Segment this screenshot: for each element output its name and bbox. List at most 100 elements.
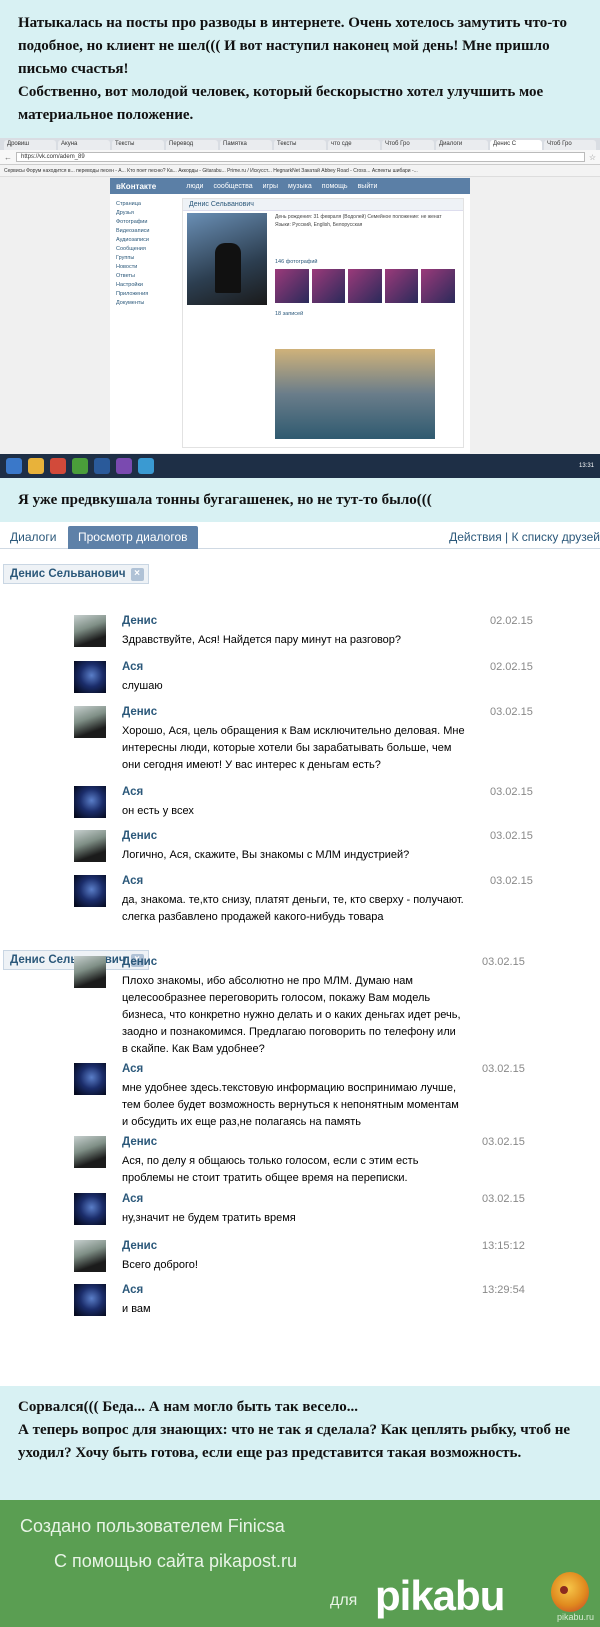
- chrome-icon: [50, 458, 66, 474]
- outro-text: Сорвался((( Беда... А нам могло быть так…: [0, 1386, 600, 1500]
- vk-menu-item[interactable]: Группы: [116, 254, 176, 263]
- message-text: Здравствуйте, Ася! Найдется пару минут н…: [122, 634, 402, 646]
- message-author[interactable]: Ася: [122, 661, 143, 673]
- contact-chip[interactable]: Денис Сельванович ×: [3, 564, 149, 584]
- message-author[interactable]: Ася: [122, 1284, 143, 1296]
- close-icon[interactable]: ×: [130, 567, 144, 581]
- message-author[interactable]: Ася: [122, 875, 143, 887]
- vk-nav-item[interactable]: игры: [263, 183, 278, 190]
- photos-label: 146 фотографий: [275, 259, 318, 265]
- browser-tab[interactable]: Памятка: [220, 140, 272, 150]
- avatar[interactable]: [74, 1136, 106, 1168]
- message-author[interactable]: Денис: [122, 830, 157, 842]
- vk-menu-item[interactable]: Фотографии: [116, 218, 176, 227]
- vk-menu-item[interactable]: Друзья: [116, 209, 176, 218]
- message-date: 03.02.15: [482, 1193, 525, 1205]
- browser-tab[interactable]: Чтоб Гро: [544, 140, 596, 150]
- vk-menu-item[interactable]: Аудиозаписи: [116, 236, 176, 245]
- windows-taskbar: 13:31: [0, 454, 600, 478]
- avatar[interactable]: [74, 875, 106, 907]
- message-text: Логично, Ася, скажите, Вы знакомы с МЛМ …: [122, 849, 410, 861]
- avatar[interactable]: [74, 830, 106, 862]
- message-author[interactable]: Денис: [122, 956, 157, 968]
- avatar[interactable]: [74, 1063, 106, 1095]
- message-text: он есть у всех: [122, 805, 194, 817]
- message-date: 03.02.15: [482, 956, 525, 968]
- vk-nav-item[interactable]: музыка: [288, 183, 312, 190]
- vk-menu-item[interactable]: Приложения: [116, 290, 176, 299]
- browser-tab[interactable]: Тексты: [274, 140, 326, 150]
- vk-profile-name: Денис Сельванович: [183, 199, 463, 211]
- message-author[interactable]: Ася: [122, 1193, 143, 1205]
- avatar[interactable]: [74, 1284, 106, 1316]
- vk-nav: люди сообщества игры музыка помощь выйти: [186, 183, 377, 190]
- message-author[interactable]: Денис: [122, 706, 157, 718]
- vk-menu-item[interactable]: Ответы: [116, 272, 176, 281]
- avatar[interactable]: [74, 1240, 106, 1272]
- conversation-part-1: Денис Сельванович × Денис Здравствуйте, А…: [0, 549, 600, 943]
- avatar[interactable]: [74, 1193, 106, 1225]
- avatar[interactable]: [74, 661, 106, 693]
- vk-nav-item[interactable]: выйти: [358, 183, 378, 190]
- browser-tab[interactable]: Перевод: [166, 140, 218, 150]
- profile-photo: [187, 213, 267, 305]
- message-date: 03.02.15: [482, 1063, 525, 1075]
- message-author[interactable]: Денис: [122, 1240, 157, 1252]
- message-author[interactable]: Денис: [122, 615, 157, 627]
- message-text: слушаю: [122, 680, 163, 692]
- outro-paragraph-2: А теперь вопрос для знающих: что не так …: [18, 1422, 570, 1461]
- vk-menu-item[interactable]: Сообщения: [116, 245, 176, 254]
- url-field: https://vk.com/adem_89: [16, 152, 585, 162]
- pikabu-post: Натыкалась на посты про разводы в интерн…: [0, 0, 600, 1627]
- vk-menu-item[interactable]: Документы: [116, 299, 176, 308]
- message-date: 02.02.15: [490, 615, 533, 627]
- pikapost-footer: Создано пользователем Finicsa С помощью …: [0, 1500, 600, 1627]
- vk-profile: Денис Сельванович День рождения: 31 февр…: [182, 198, 464, 448]
- contact-chip-label: Денис Сельванович: [10, 568, 126, 580]
- app-icon: [138, 458, 154, 474]
- message-text: и вам: [122, 1303, 151, 1315]
- message-date: 03.02.15: [490, 786, 533, 798]
- message-author[interactable]: Денис: [122, 1136, 157, 1148]
- message-text: мне удобнее здесь.текстовую информацию в…: [122, 1082, 459, 1128]
- explorer-icon: [28, 458, 44, 474]
- vk-menu-item[interactable]: Новости: [116, 263, 176, 272]
- browser-tab[interactable]: Диалоги: [436, 140, 488, 150]
- browser-tab[interactable]: Тексты: [112, 140, 164, 150]
- vk-menu-item[interactable]: Страница: [116, 200, 176, 209]
- vk-profile-page: вКонтакте люди сообщества игры музыка помощь…: [110, 178, 470, 453]
- vk-menu-item[interactable]: Видеозаписи: [116, 227, 176, 236]
- message-author[interactable]: Ася: [122, 1063, 143, 1075]
- avatar[interactable]: [74, 786, 106, 818]
- photos-strip: [275, 269, 455, 303]
- tab-view-dialogs[interactable]: Просмотр диалогов: [68, 526, 198, 549]
- browser-tab[interactable]: Чтоб Гро: [382, 140, 434, 150]
- dialog-actions[interactable]: Действия | К списку друзей: [449, 526, 600, 549]
- browser-tab[interactable]: Денис С: [490, 140, 542, 150]
- intro-text: Натыкалась на посты про разводы в интерн…: [0, 0, 600, 138]
- star-icon: ☆: [588, 152, 596, 162]
- back-icon: ←: [4, 152, 12, 162]
- message-date: 13:29:54: [482, 1284, 525, 1296]
- vk-menu-item[interactable]: Настройки: [116, 281, 176, 290]
- mid-caption: Я уже предвкушала тонны бугагашенек, но …: [0, 478, 600, 522]
- vk-header: вКонтакте люди сообщества игры музыка помощь…: [110, 178, 470, 194]
- avatar[interactable]: [74, 615, 106, 647]
- browser-tab[interactable]: Акуна: [58, 140, 110, 150]
- message-date: 03.02.15: [490, 830, 533, 842]
- message-date: 13:15:12: [482, 1240, 525, 1252]
- message-author[interactable]: Ася: [122, 786, 143, 798]
- profile-info: День рождения: 31 февраля (Водолей) Семе…: [275, 214, 442, 228]
- intro-paragraph-2: Собственно, вот молодой человек, который…: [18, 84, 544, 123]
- avatar[interactable]: [74, 706, 106, 738]
- message-text: Всего доброго!: [122, 1259, 198, 1271]
- browser-tab[interactable]: что сде: [328, 140, 380, 150]
- browser-tab[interactable]: Дровиш: [4, 140, 56, 150]
- vk-nav-item[interactable]: люди: [186, 183, 203, 190]
- avatar[interactable]: [74, 956, 106, 988]
- vk-nav-item[interactable]: сообщества: [213, 183, 252, 190]
- tab-dialogs[interactable]: Диалоги: [0, 526, 66, 549]
- created-by: Создано пользователем Finicsa: [20, 1516, 285, 1536]
- clock: 13:31: [578, 463, 594, 469]
- vk-nav-item[interactable]: помощь: [322, 183, 348, 190]
